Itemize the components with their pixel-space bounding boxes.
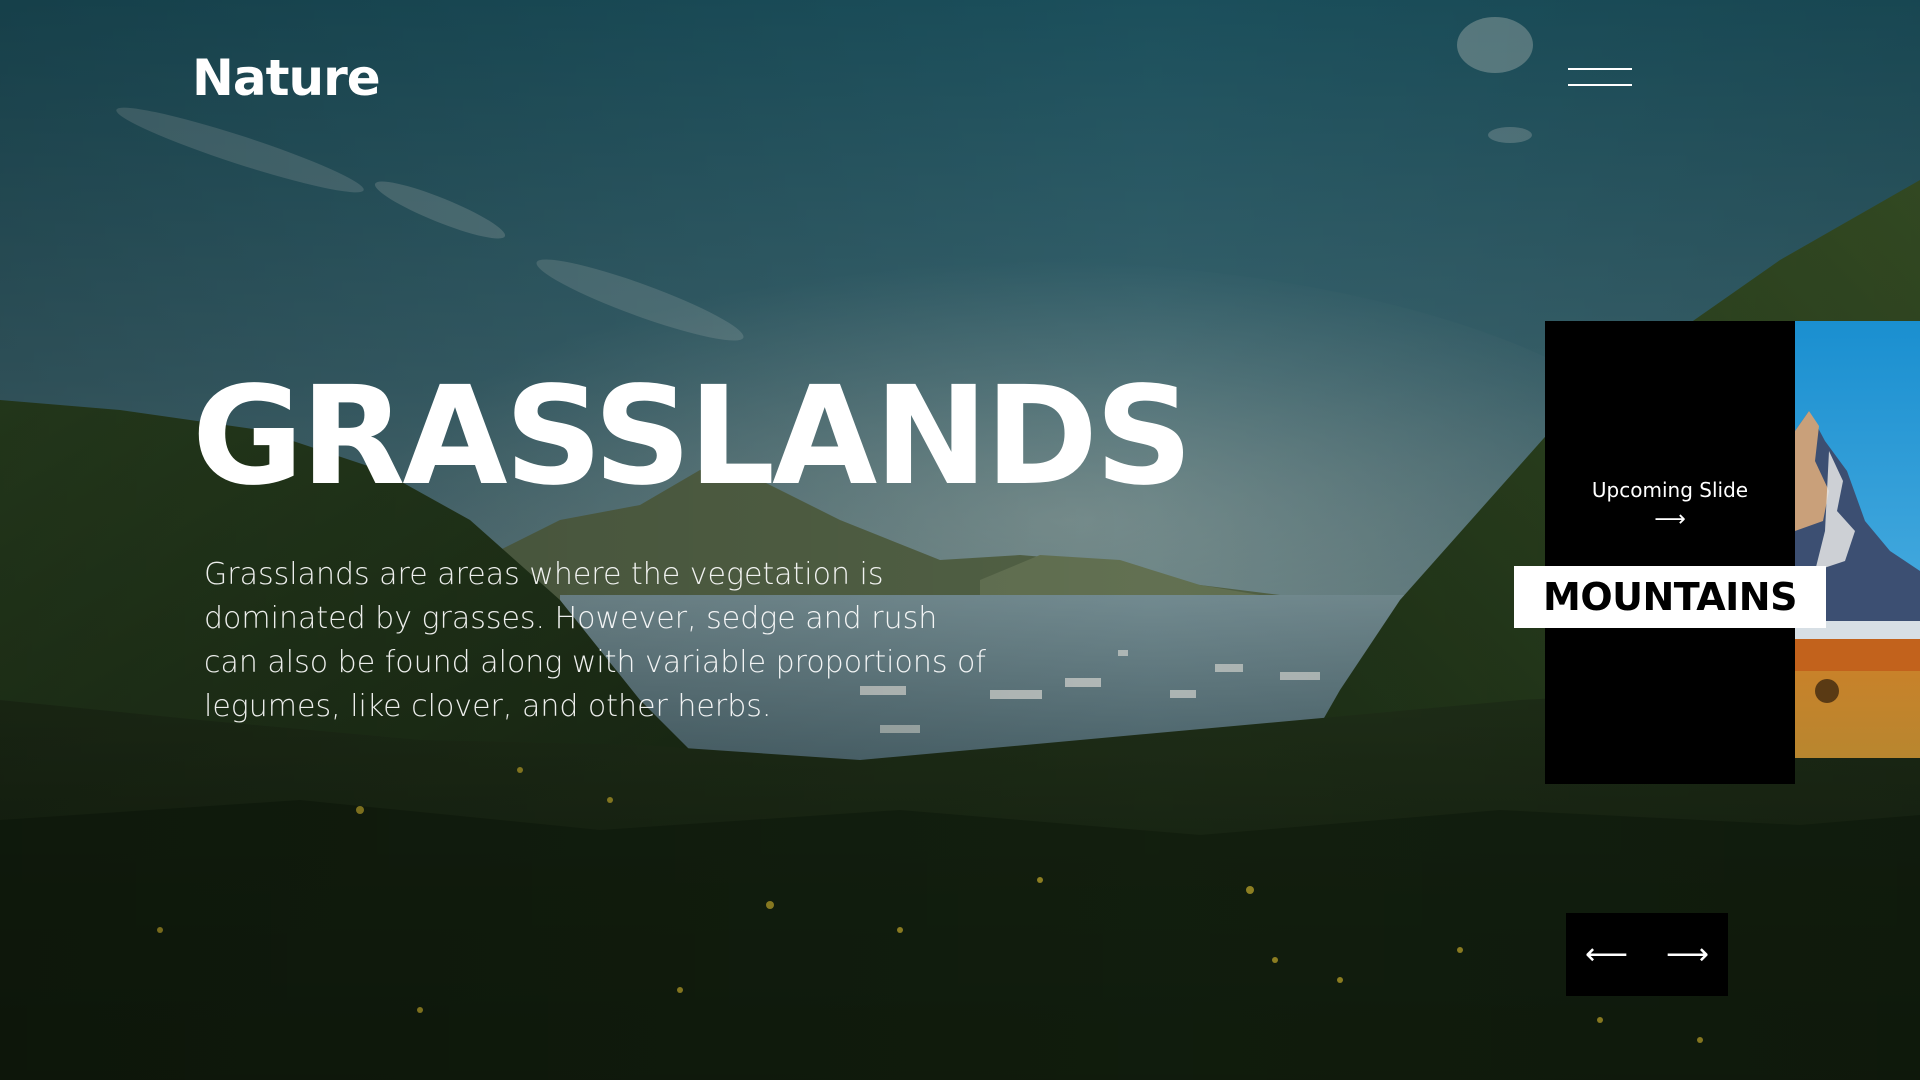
upcoming-slide-card[interactable]: Upcoming Slide ⟶ xyxy=(1545,321,1795,784)
mountains-thumbnail-image xyxy=(1795,321,1920,758)
hamburger-menu-icon-line xyxy=(1568,84,1632,86)
arrow-right-icon: ⟶ xyxy=(1665,937,1709,972)
next-slide-button[interactable]: ⟶ xyxy=(1647,913,1728,996)
upcoming-slide-thumbnail[interactable] xyxy=(1795,321,1920,758)
slider-controls: ⟵ ⟶ xyxy=(1566,913,1728,996)
slide-title: GRASSLANDS xyxy=(192,358,1193,516)
site-logo[interactable]: Nature xyxy=(192,46,381,110)
hamburger-menu-button[interactable] xyxy=(1568,64,1632,88)
arrow-left-icon: ⟵ xyxy=(1584,937,1628,972)
upcoming-slide-caption: Upcoming Slide xyxy=(1591,478,1749,502)
hamburger-menu-icon xyxy=(1568,68,1632,70)
slide-description: Grasslands are areas where the vegetatio… xyxy=(204,557,986,724)
upcoming-slide-title[interactable]: MOUNTAINS xyxy=(1514,566,1826,628)
previous-slide-button[interactable]: ⟵ xyxy=(1566,913,1647,996)
arrow-right-icon: ⟶ xyxy=(1654,507,1686,532)
